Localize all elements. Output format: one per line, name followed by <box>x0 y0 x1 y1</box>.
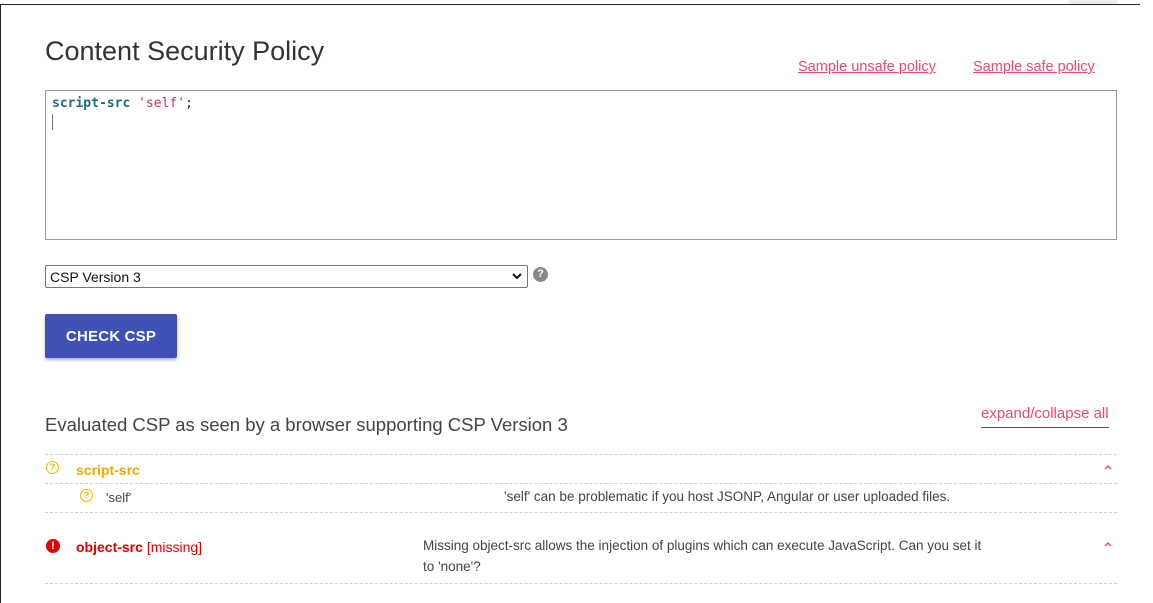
evaluation-heading: Evaluated CSP as seen by a browser suppo… <box>45 414 568 435</box>
sample-unsafe-policy-link[interactable]: Sample unsafe policy <box>798 59 936 75</box>
code-line: script-src 'self'; <box>52 95 1110 112</box>
chevron-up-icon[interactable] <box>1103 540 1113 548</box>
row-divider <box>45 454 1117 455</box>
code-directive: script-src <box>52 96 131 111</box>
question-circle-icon: ? <box>46 461 59 474</box>
row-divider <box>45 512 1117 513</box>
scroll-corner <box>1068 0 1118 4</box>
question-circle-icon: ? <box>80 489 93 502</box>
directive-name: object-src <box>76 539 143 555</box>
missing-tag: [missing] <box>146 539 203 555</box>
chevron-down-icon <box>512 273 522 280</box>
code-terminator: ; <box>185 96 193 111</box>
check-csp-button[interactable]: CHECK CSP <box>45 314 177 358</box>
csp-version-selected: CSP Version 3 <box>50 268 141 285</box>
row-divider <box>45 483 1117 484</box>
finding-text-line1: Missing object-src allows the injection … <box>423 538 982 553</box>
directive-name-script-src[interactable]: script-src <box>76 462 140 478</box>
csp-editor[interactable]: script-src 'self'; <box>45 90 1117 240</box>
sample-safe-policy-link[interactable]: Sample safe policy <box>973 59 1095 75</box>
directive-name-object-src[interactable]: object-src [missing] <box>76 539 202 555</box>
finding-text: 'self' can be problematic if you host JS… <box>504 489 951 504</box>
expand-collapse-all-link[interactable]: expand/collapse all <box>981 405 1109 428</box>
page-title: Content Security Policy <box>45 36 325 66</box>
finding-text-line2: to 'none'? <box>423 559 481 574</box>
help-icon[interactable]: ? <box>533 267 548 282</box>
chevron-up-icon[interactable] <box>1103 463 1113 471</box>
exclamation-circle-icon: ! <box>46 539 60 553</box>
csp-version-select[interactable]: CSP Version 3 <box>45 265 528 288</box>
code-value: 'self' <box>138 96 186 111</box>
row-divider <box>45 583 1117 584</box>
text-caret <box>52 114 53 130</box>
directive-value-self: 'self' <box>106 490 132 505</box>
